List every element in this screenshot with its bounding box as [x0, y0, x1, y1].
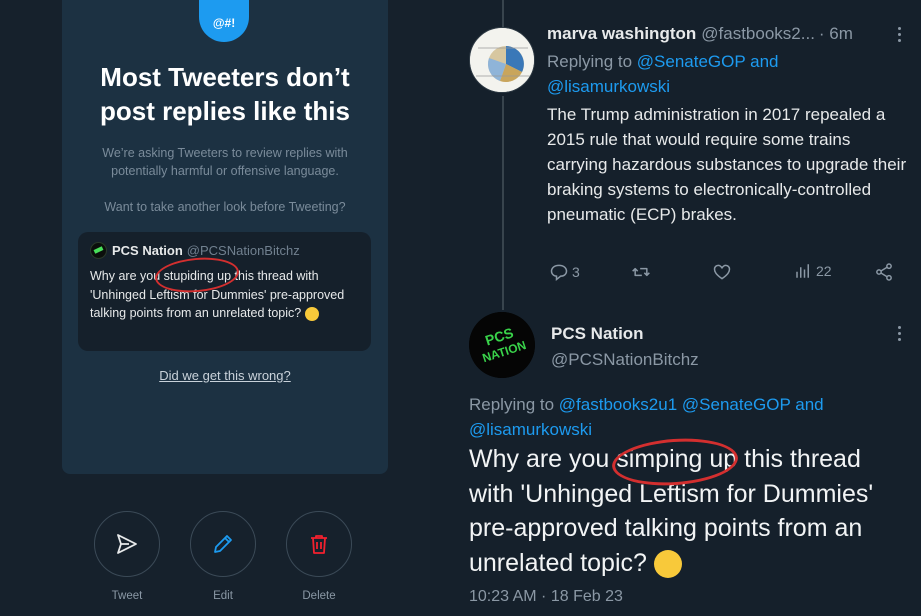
- tweet-button-label: Tweet: [111, 590, 143, 602]
- pencil-icon: [214, 535, 232, 553]
- heart-icon: [713, 264, 731, 280]
- replying-to: Replying to @fastbooks2u1 @SenateGOP and…: [469, 395, 824, 439]
- edit-button-label: Edit: [213, 590, 233, 602]
- retweet-button[interactable]: [630, 262, 652, 282]
- quoted-author-name: PCS Nation: [112, 242, 183, 258]
- reply-icon: [550, 264, 568, 282]
- author-name[interactable]: marva washington: [547, 24, 696, 44]
- share-icon: [876, 263, 892, 281]
- reply-button[interactable]: 3: [549, 262, 580, 282]
- tweet-button[interactable]: [94, 511, 160, 577]
- like-button[interactable]: [711, 262, 733, 282]
- avatar[interactable]: PCS NATION: [469, 312, 535, 378]
- replying-to: Replying to @SenateGOP and @lisamurkowsk…: [547, 52, 779, 96]
- smirk-emoji: [304, 306, 319, 321]
- tweet-header: marva washington @fastbooks2... · 6m: [547, 24, 853, 44]
- prompt-description: We’re asking Tweeters to review replies …: [102, 146, 348, 178]
- quoted-reply-preview: PCS Nation @PCSNationBitchz Why are you …: [78, 232, 371, 351]
- analytics-icon: [796, 264, 809, 278]
- prompt-question: Want to take another look before Tweetin…: [104, 200, 346, 214]
- retweet-icon: [632, 267, 650, 277]
- tweet-time[interactable]: · 6m: [819, 24, 853, 44]
- thread-connector: [502, 96, 504, 310]
- mention-link[interactable]: @lisamurkowski: [547, 77, 670, 96]
- views-count: 22: [816, 263, 832, 279]
- avatar: [90, 241, 107, 259]
- tweet-text: The Trump administration in 2017 repeale…: [547, 105, 907, 224]
- quoted-reply-text: Why are you stupiding up this thread wit…: [90, 269, 345, 321]
- mention-link[interactable]: @lisamurkowski: [469, 420, 592, 439]
- delete-button-label: Delete: [302, 590, 336, 602]
- prompt-title: Most Tweeters don’t post replies like th…: [100, 62, 350, 126]
- thread-connector: [502, 0, 504, 28]
- tweet-timestamp[interactable]: 10:23 AM · 18 Feb 23: [469, 588, 623, 606]
- more-options-icon[interactable]: [898, 27, 902, 45]
- views-button[interactable]: 22: [794, 262, 832, 280]
- share-button[interactable]: [874, 262, 894, 282]
- author-name[interactable]: PCS Nation: [551, 324, 644, 344]
- trash-icon: [311, 535, 327, 554]
- flagged-word: stupiding u: [163, 269, 225, 283]
- feedback-link[interactable]: Did we get this wrong?: [70, 368, 380, 383]
- flagged-word: simping u: [616, 445, 724, 473]
- mention-link[interactable]: @fastbooks2u1: [559, 395, 677, 414]
- author-handle[interactable]: @PCSNationBitchz: [551, 350, 699, 370]
- delete-button[interactable]: [286, 511, 352, 577]
- mention-link[interactable]: @SenateGOP: [637, 52, 746, 71]
- avatar[interactable]: [469, 27, 535, 93]
- smirk-emoji: [653, 549, 682, 578]
- tweet-text: Why are you simping up this thread with …: [469, 445, 874, 578]
- reply-prompt-pane: @#! Most Tweeters don’t post replies lik…: [0, 0, 430, 616]
- edit-button[interactable]: [190, 511, 256, 577]
- more-options-icon[interactable]: [898, 326, 902, 344]
- reply-count: 3: [572, 264, 580, 280]
- quoted-author-handle: @PCSNationBitchz: [186, 242, 300, 258]
- mention-link[interactable]: @SenateGOP: [682, 395, 791, 414]
- author-handle[interactable]: @fastbooks2...: [701, 24, 815, 44]
- send-icon: [117, 534, 137, 554]
